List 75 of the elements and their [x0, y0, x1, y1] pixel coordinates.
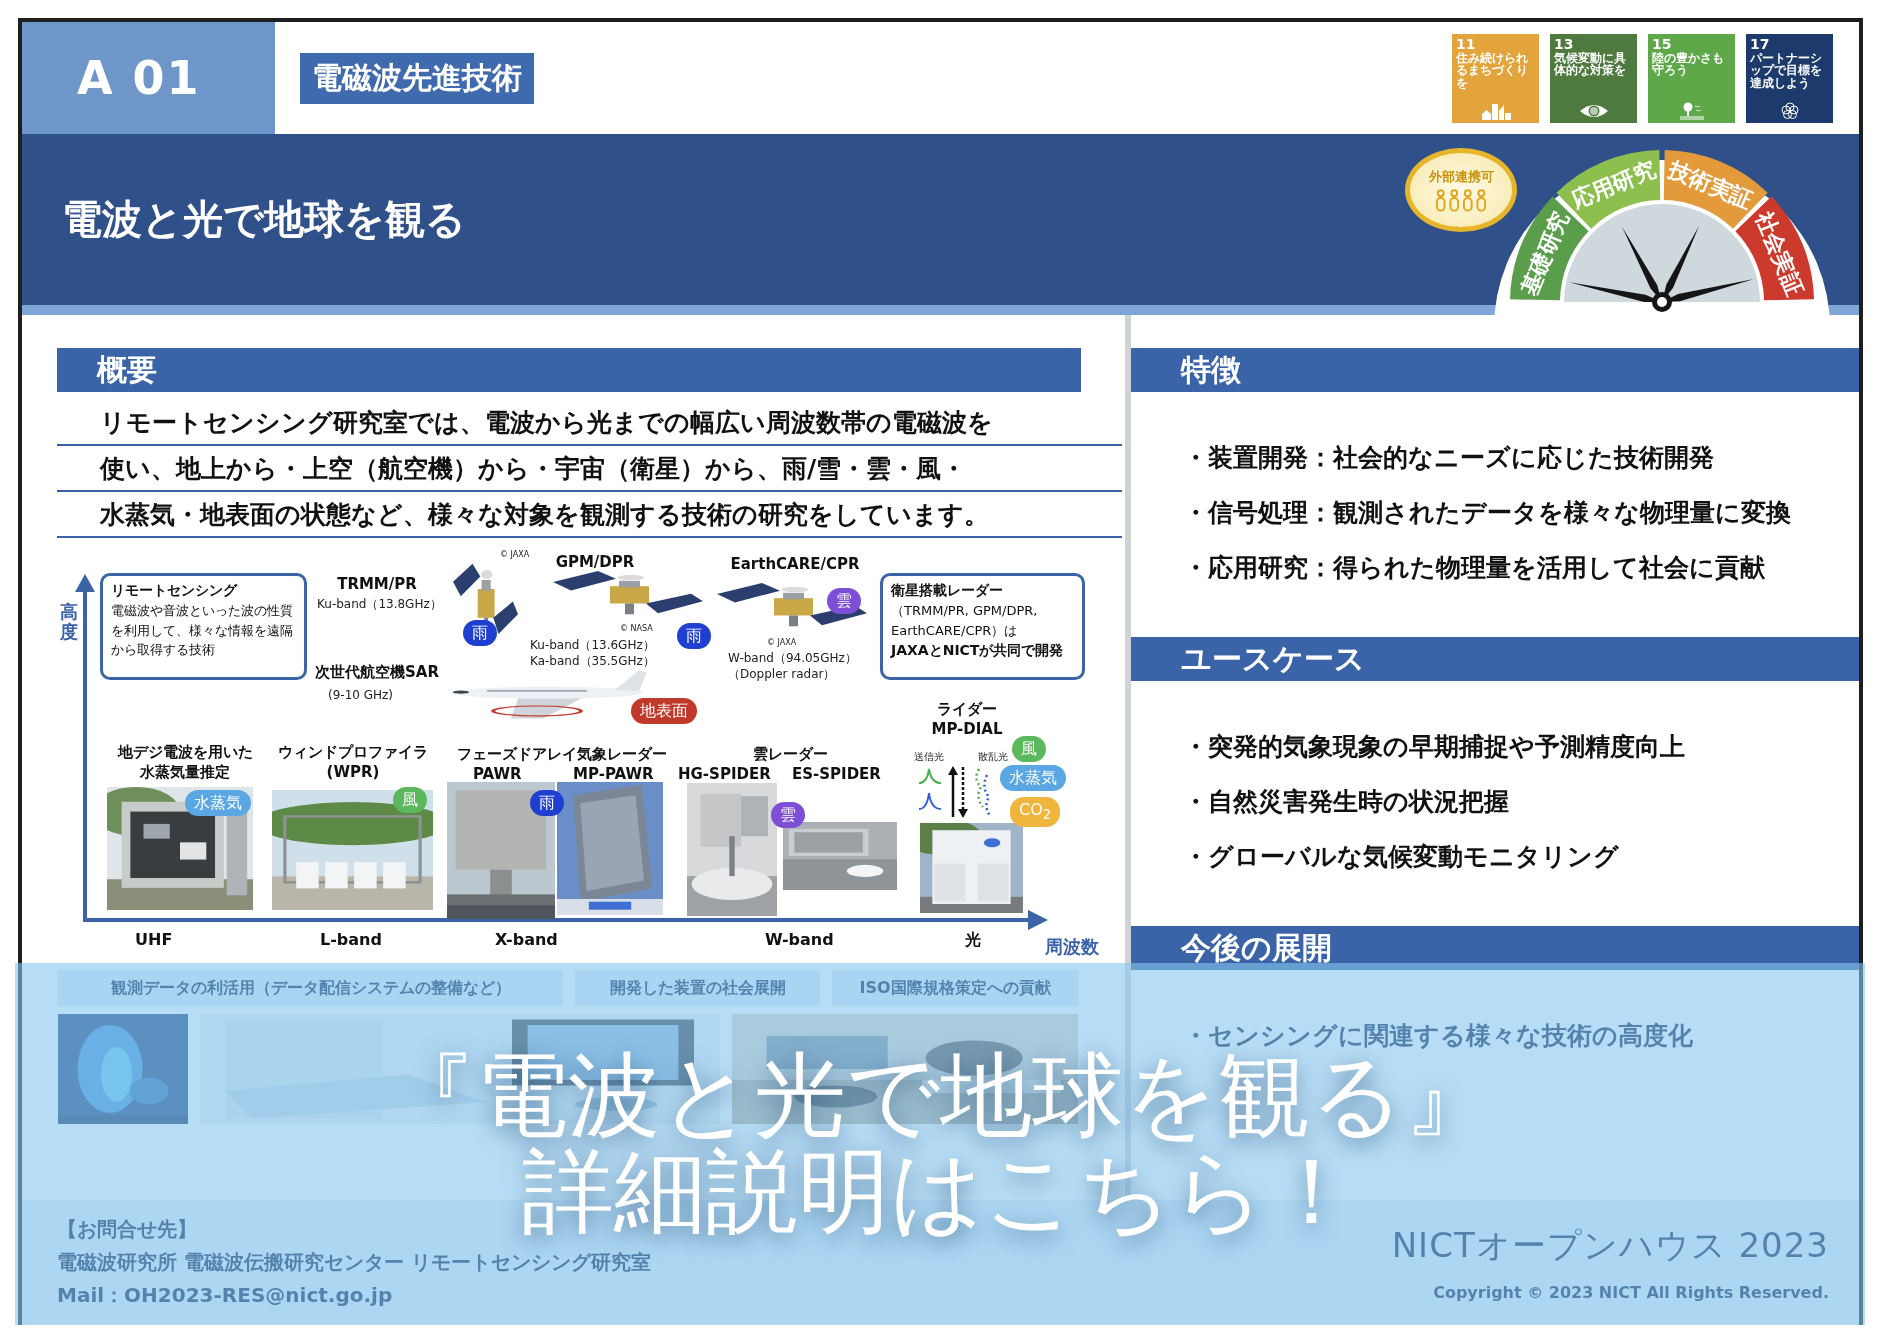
note-text: （TRMM/PR, GPM/DPR, EarthCARE/CPR）は: [891, 602, 1039, 640]
frequency-spec: Ku-band（13.8GHz）: [317, 597, 442, 613]
section-heading: 概要: [57, 348, 1081, 392]
image-credit: © JAXA: [767, 638, 797, 647]
section-heading: ユースケース: [1131, 637, 1859, 681]
page-title: 電波と光で地球を観る: [62, 195, 466, 244]
instrument-name: MP-PAWR: [573, 765, 654, 783]
bullet-text: ・応用研究：得られた物理量を活用して社会に貢献: [1183, 552, 1766, 584]
band-label: X-band: [495, 930, 558, 949]
partner-label: 外部連携可: [1428, 168, 1494, 186]
sdg-caption: パートナーシップで目標を達成しよう: [1750, 51, 1823, 90]
instrument-name: GPM/DPR: [554, 553, 636, 573]
instrument-name: ウィンドプロファイラ (WPR): [277, 743, 429, 782]
instrument-name: PAWR: [473, 765, 522, 783]
instrument-name: HG-SPIDER: [678, 765, 771, 783]
band-label: UHF: [135, 930, 173, 949]
bullet-text: ・装置開発：社会的なニーズに応じた技術開発: [1183, 442, 1715, 474]
target-badge: 雲: [771, 802, 805, 829]
sdg-number: 13: [1554, 36, 1574, 51]
note-emphasis: JAXAとNICTが共同で開発: [891, 641, 1065, 660]
instrument-name: ES-SPIDER: [792, 765, 881, 783]
frequency-spec: W-band（94.05GHz） （Doppler radar）: [728, 651, 857, 683]
signal-label: 送信光: [914, 750, 944, 764]
target-badge: 雲: [827, 588, 861, 615]
contact-organization: 電磁波研究所 電磁波伝搬研究センター リモートセンシング研究室: [57, 1249, 651, 1276]
band-label: L-band: [320, 930, 382, 949]
copyright-text: Copyright © 2023 NICT All Rights Reserved.: [1433, 1283, 1829, 1302]
target-badge: 地表面: [631, 698, 697, 725]
sdg-caption: 陸の豊かさも守ろう: [1652, 51, 1725, 77]
bullet-text: ・突発的気象現象の早期捕捉や予測精度向上: [1183, 731, 1686, 763]
target-badge: 水蒸気: [185, 790, 251, 817]
definition-text: 電磁波や音波といった波の性質を利用して、様々な情報を遠隔から取得する技術: [111, 602, 294, 659]
note-title: 衛星搭載レーダー: [891, 581, 1004, 600]
target-badge: 風: [393, 787, 427, 814]
outcome-heading: 観測データの利活用（データ配信システムの整備など）: [58, 970, 563, 1006]
bullet-text: ・グローバルな気候変動モニタリング: [1183, 841, 1620, 873]
sdg-caption: 気候変動に具体的な対策を: [1554, 51, 1627, 77]
instrument-name: フェーズドアレイ気象レーダー: [456, 745, 668, 765]
frequency-spec: (9-10 GHz): [328, 688, 394, 704]
event-name: NICTオープンハウス 2023: [1391, 1224, 1829, 1267]
axis-label: 高度: [60, 602, 78, 642]
signal-label: 散乱光: [978, 750, 1008, 764]
sdg-number: 17: [1750, 36, 1770, 51]
outcome-heading: 開発した装置の社会展開: [575, 970, 820, 1006]
instrument-name: ライダー MP-DIAL: [930, 700, 1004, 739]
sdg-caption: 住み続けられるまちづくりを: [1456, 51, 1529, 90]
contact-mail: Mail：OH2023-RES@nict.go.jp: [57, 1282, 394, 1309]
instrument-name: 次世代航空機SAR: [314, 663, 440, 683]
instrument-name: TRMM/PR: [336, 575, 418, 595]
bullet-text: ・自然災害発生時の状況把握: [1183, 786, 1510, 818]
target-badge: 雨: [463, 620, 497, 647]
band-label: W-band: [765, 930, 834, 949]
outcome-heading: ISO国際規格策定への貢献: [832, 970, 1078, 1006]
contact-heading: 【お問合せ先】: [57, 1216, 198, 1243]
band-label: 光: [965, 930, 981, 951]
image-credit: © JAXA: [500, 550, 530, 559]
image-credit: © NASA: [620, 624, 653, 633]
target-badge: 水蒸気: [1000, 765, 1066, 792]
axis-label: 周波数: [1045, 935, 1099, 959]
target-badge: 風: [1012, 736, 1046, 763]
instrument-name: 地デジ電波を用いた 水蒸気量推定: [116, 743, 254, 782]
frequency-spec: Ku-band（13.6GHz） Ka-band（35.5GHz）: [530, 638, 655, 670]
bullet-text: ・信号処理：観測されたデータを様々な物理量に変換: [1183, 497, 1792, 529]
sdg-number: 15: [1652, 36, 1672, 51]
target-badge: 雨: [677, 623, 711, 650]
definition-title: リモートセンシング: [111, 581, 239, 600]
bullet-text: ・センシングに関連する様々な技術の高度化: [1183, 1020, 1694, 1052]
exhibit-code: A 01: [77, 51, 201, 105]
category-tag: 電磁波先進技術: [300, 52, 534, 104]
instrument-name: 雲レーダー: [751, 745, 829, 765]
section-heading: 今後の展開: [1131, 926, 1859, 970]
section-heading: 特徴: [1131, 348, 1859, 392]
sdg-number: 11: [1456, 36, 1476, 51]
instrument-name: EarthCARE/CPR: [729, 555, 861, 575]
target-badge: CO$_{2}$: [1010, 797, 1061, 827]
